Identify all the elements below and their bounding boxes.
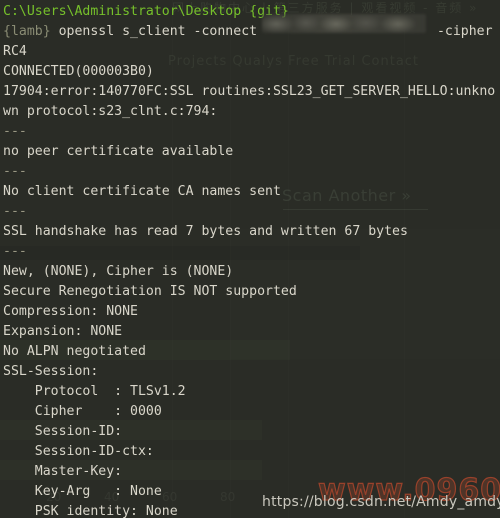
terminal-line: Compression: NONE [3,302,500,322]
terminal-line-text: Secure Renegotiation IS NOT supported [3,284,297,299]
terminal-line-text: PSK identity: None [3,504,178,518]
terminal-line-text: Key-Arg : None [3,484,162,499]
terminal-line: --- [3,122,500,142]
terminal-line-text: No ALPN negotiated [3,344,146,359]
terminal-line-text: RC4 [3,44,27,59]
terminal-line-text: wn protocol:s23_clnt.c:794: [3,104,218,119]
terminal-line: No ALPN negotiated [3,342,500,362]
command-text: openssl s_client -connect [58,24,266,39]
terminal-line: Cipher : 0000 [3,402,500,422]
prompt-symbol: {lamb} [3,24,59,39]
terminal-line: No client certificate CA names sent [3,182,500,202]
terminal-line-text: --- [3,204,27,219]
terminal-window[interactable]: 网上购物中心 | 第三方服务 | 观看视频 - 音频 » Projects Qu… [0,0,500,518]
output-line-list: RC4 CONNECTED(000003B0) 17904:error:140770… [3,42,500,518]
redacted-hostname-blur [262,14,426,33]
terminal-line: CONNECTED(000003B0) [3,62,500,82]
terminal-line-text: --- [3,244,27,259]
terminal-line: Session-ID-ctx: [3,442,500,462]
terminal-line-text: No client certificate CA names sent [3,184,281,199]
watermark-csdn-url: https://blog.csdn.net/Amdy_amdy [262,494,500,510]
terminal-line: 17904:error:140770FC:SSL routines:SSL23_… [3,82,500,102]
terminal-line-text: Expansion: NONE [3,324,123,339]
terminal-line: Protocol : TLSv1.2 [3,382,500,402]
terminal-line: Expansion: NONE [3,322,500,342]
terminal-output: C:\Users\Administrator\Desktop {git} {la… [0,0,500,518]
terminal-line-text: no peer certificate available [3,144,234,159]
terminal-line: RC4 [3,42,500,62]
terminal-line: --- [3,202,500,222]
terminal-line-text: Cipher : 0000 [3,404,162,419]
terminal-line: New, (NONE), Cipher is (NONE) [3,262,500,282]
prompt-path: C:\Users\Administrator\Desktop {git} [3,4,289,19]
terminal-line-text: --- [3,164,27,179]
terminal-line-text: New, (NONE), Cipher is (NONE) [3,264,234,279]
terminal-line: SSL handshake has read 7 bytes and writt… [3,222,500,242]
terminal-line-text: Compression: NONE [3,304,138,319]
terminal-line-text: Protocol : TLSv1.2 [3,384,186,399]
terminal-line: --- [3,162,500,182]
terminal-line-text: --- [3,124,27,139]
terminal-line: --- [3,242,500,262]
terminal-line: SSL-Session: [3,362,500,382]
terminal-line-text: Master-Key: [3,464,123,479]
terminal-line: Session-ID: [3,422,500,442]
terminal-line-text: CONNECTED(000003B0) [3,64,154,79]
terminal-line: wn protocol:s23_clnt.c:794: [3,102,500,122]
terminal-line: Secure Renegotiation IS NOT supported [3,282,500,302]
terminal-line-text: Session-ID: [3,424,123,439]
terminal-line-text: SSL handshake has read 7 bytes and writt… [3,224,408,239]
terminal-line: no peer certificate available [3,142,500,162]
terminal-line-text: Session-ID-ctx: [3,444,154,459]
terminal-line-text: SSL-Session: [3,364,99,379]
terminal-line-text: 17904:error:140770FC:SSL routines:SSL23_… [3,84,496,99]
